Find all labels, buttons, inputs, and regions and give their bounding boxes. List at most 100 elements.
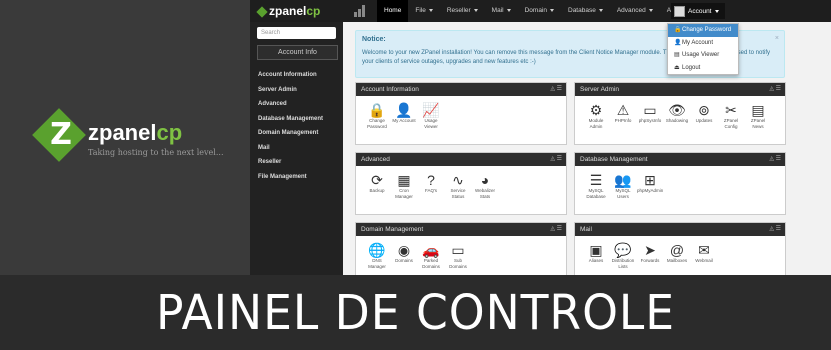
question-icon: ? [427,172,435,188]
nav-item-home[interactable]: Home [377,0,409,22]
module-label: Usage Viewer [424,118,438,129]
menu-item-change-password[interactable]: 🔒Change Password [668,24,738,37]
panel-title: Domain Management [361,226,424,233]
module-label: PHPInfo [614,118,632,123]
module-usage-viewer[interactable]: 📈 Usage Viewer [418,102,444,130]
control-panel-screenshot: zpanelcp Home File Reseller Mail Domain Datab… [250,0,831,275]
module-mysql-database[interactable]: ☰ MySQL Database [583,172,609,200]
panel-domain-management: Domain Management ◬ ☰ 🌐 DNS Manager ◉ Domains… [355,222,567,275]
panel-title: Advanced [361,156,390,163]
broadcast-icon: ⊚ [698,102,710,118]
module-label: Distribution Lists [611,258,635,269]
panel-collapse-icon[interactable]: ◬ ☰ [550,153,562,166]
sidebar-item-server-admin[interactable]: Server Admin [258,83,323,98]
navbar-logo-part1: zpanel [269,4,307,18]
module-label: Mailboxes [666,258,688,263]
module-label: Webmail [695,258,713,263]
module-label: FAQ's [424,188,438,193]
sidebar-item-file-management[interactable]: File Management [258,170,323,185]
module-label: ZPanel News [750,118,766,129]
module-label: Aliases [588,258,604,263]
user-icon: 👤 [674,39,682,46]
panel-collapse-icon[interactable]: ◬ ☰ [769,83,781,96]
module-zpanel-news[interactable]: ▤ ZPanel News [745,102,771,130]
sidebar-item-mail[interactable]: Mail [258,141,323,156]
panel-database-management: Database Management ◬ ☰ ☰ MySQL Database 👥 My… [574,152,786,215]
menu-item-logout[interactable]: ⏏ Logout [668,62,738,75]
panel-title: Mail [580,226,592,233]
contact-card-icon: ▣ [589,242,603,258]
module-updates[interactable]: ⊚ Updates [691,102,717,124]
module-domains[interactable]: ◉ Domains [391,242,417,264]
panel-title: Server Admin [580,86,620,93]
sidebar-item-advanced[interactable]: Advanced [258,97,323,112]
stats-bars-icon[interactable] [354,5,368,17]
module-distribution-lists[interactable]: 💬 Distribution Lists [610,242,636,270]
panel-header: Database Management ◬ ☰ [575,153,785,166]
nav-item-mail[interactable]: Mail [485,0,518,22]
module-label: Forwards [640,258,660,263]
brand-tagline: Taking hosting to the next level... [88,148,224,157]
module-forwards[interactable]: ➤ Forwards [637,242,663,264]
module-label: Module Admin [588,118,604,129]
module-phpmyadmin[interactable]: ⊞ phpMyAdmin [637,172,663,194]
module-label: MySQL Database [586,188,606,199]
module-my-account[interactable]: 👤 My Account [391,102,417,124]
panel-title: Database Management [580,156,648,163]
navbar-logo[interactable]: zpanelcp [256,4,320,18]
user-card-icon: 👤 [395,102,413,118]
sidebar-item-account-information[interactable]: Account Information [258,68,323,83]
module-mailboxes[interactable]: @ Mailboxes [664,242,690,264]
menu-item-my-account[interactable]: 👤My Account [668,37,738,50]
module-shadowing[interactable]: 👁 Shadowing [664,102,690,124]
sidebar-item-domain-management[interactable]: Domain Management [258,126,323,141]
menu-item-label: My Account [682,39,714,46]
chart-icon: 📈 [422,102,440,118]
module-aliases[interactable]: ▣ Aliases [583,242,609,264]
panel-collapse-icon[interactable]: ◬ ☰ [769,153,781,166]
eye-icon: 👁 [668,102,686,118]
search-input[interactable]: Search [257,27,336,39]
nav-item-advanced[interactable]: Advanced [610,0,660,22]
module-change-password[interactable]: 🔒 Change Password [364,102,390,130]
panel-collapse-icon[interactable]: ◬ ☰ [769,223,781,236]
menu-item-label: Change Password [682,27,732,33]
module-sub-domains[interactable]: ▭ Sub Domains [445,242,471,270]
nav-item-database[interactable]: Database [561,0,610,22]
refresh-icon: ⟳ [371,172,383,188]
module-service-status[interactable]: ∿ Service Status [445,172,471,200]
module-webalizer-stats[interactable]: ◕ Webalizer Stats [472,172,498,200]
panel-collapse-icon[interactable]: ◬ ☰ [550,223,562,236]
module-dns-manager[interactable]: 🌐 DNS Manager [364,242,390,270]
pulse-icon: ∿ [452,172,464,188]
menu-item-usage-viewer[interactable]: ▤ Usage Viewer [668,49,738,62]
panel-collapse-icon[interactable]: ◬ ☰ [550,83,562,96]
module-mysql-users[interactable]: 👥 MySQL Users [610,172,636,200]
module-label: Webalizer Stats [475,188,495,199]
chevron-down-icon [598,8,603,12]
terminal-icon: ▭ [643,102,657,118]
module-label: DNS Manager [368,258,386,269]
module-phpinfo[interactable]: ⚠ PHPInfo [610,102,636,124]
sidebar-item-database-management[interactable]: Database Management [258,112,323,127]
nav-item-label: Database [568,7,596,14]
sidebar-item-reseller[interactable]: Reseller [258,155,323,170]
module-label: MySQL Users [615,188,631,199]
module-cron-manager[interactable]: ▦ Cron Manager [391,172,417,200]
close-icon[interactable]: × [775,35,779,42]
chevron-down-icon [428,8,433,12]
nav-item-reseller[interactable]: Reseller [440,0,485,22]
module-module-admin[interactable]: ⚙ Module Admin [583,102,609,130]
module-faq-s[interactable]: ? FAQ's [418,172,444,194]
module-parked-domains[interactable]: 🚗 Parked Domains [418,242,444,270]
gears-icon: ⚙ [589,102,603,118]
module-phpsysinfo[interactable]: ▭ phpSysInfo [637,102,663,124]
module-zpanel-config[interactable]: ✂ ZPanel Config [718,102,744,130]
module-webmail[interactable]: ✉ Webmail [691,242,717,264]
account-menu-button[interactable]: Account [671,3,725,19]
nav-item-file[interactable]: File [408,0,439,22]
brand-name-part2: cp [156,120,183,145]
nav-item-domain[interactable]: Domain [518,0,561,22]
module-label: phpSysInfo [638,118,662,123]
module-backup[interactable]: ⟳ Backup [364,172,390,194]
